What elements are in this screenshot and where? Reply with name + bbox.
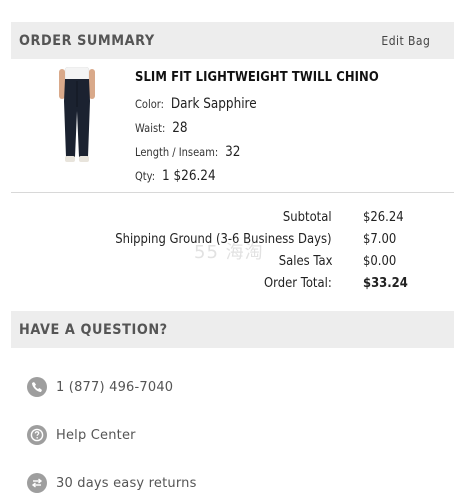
order-summary-header: ORDER SUMMARY Edit Bag <box>11 22 454 59</box>
shipping-row: Shipping Ground (3-6 Business Days) $7.0… <box>11 231 454 253</box>
page: ORDER SUMMARY Edit Bag SLIM FIT LIGHTWEI… <box>0 0 464 499</box>
waist-value: 28 <box>172 120 188 136</box>
inseam-value: 32 <box>225 144 241 160</box>
inseam-label: Length / Inseam: <box>135 145 219 159</box>
order-total-row: Order Total: $33.24 <box>11 275 454 297</box>
shipping-value: $7.00 <box>363 231 397 247</box>
color-label: Color: <box>135 97 164 111</box>
product-waist: Waist: 28 <box>135 117 188 136</box>
order-summary-body: SLIM FIT LIGHTWEIGHT TWILL CHINO Color: D… <box>11 59 454 312</box>
order-total-value: $33.24 <box>363 275 408 291</box>
sales-tax-label: Sales Tax <box>278 253 332 269</box>
product-name[interactable]: SLIM FIT LIGHTWEIGHT TWILL CHINO <box>135 69 379 85</box>
phone-icon <box>27 377 47 397</box>
qty-value: 1 $26.24 <box>162 168 216 184</box>
sales-tax-value: $0.00 <box>363 253 397 269</box>
question-icon <box>27 425 47 445</box>
help-center-link[interactable]: Help Center <box>27 424 136 446</box>
order-total-label: Order Total: <box>264 275 332 291</box>
returns-icon <box>27 473 47 493</box>
subtotal-row: Subtotal $26.24 <box>11 209 454 231</box>
have-a-question-title: HAVE A QUESTION? <box>19 321 168 338</box>
product-quantity: Qty: 1 $26.24 <box>135 165 216 184</box>
subtotal-label: Subtotal <box>283 209 332 225</box>
phone-link[interactable]: 1 (877) 496-7040 <box>27 376 173 398</box>
easy-returns-label: 30 days easy returns <box>56 475 197 491</box>
qty-label: Qty: <box>135 169 156 183</box>
sales-tax-row: Sales Tax $0.00 <box>11 253 454 275</box>
subtotal-value: $26.24 <box>363 209 404 225</box>
shipping-label: Shipping Ground (3-6 Business Days) <box>115 231 332 247</box>
easy-returns-link[interactable]: 30 days easy returns <box>27 472 197 494</box>
help-center-label: Help Center <box>56 427 136 443</box>
color-value: Dark Sapphire <box>170 96 257 112</box>
edit-bag-link[interactable]: Edit Bag <box>381 34 430 48</box>
product-image[interactable] <box>51 66 103 171</box>
waist-label: Waist: <box>135 121 166 135</box>
have-a-question-header: HAVE A QUESTION? <box>11 311 454 348</box>
model-wearing-chino-image <box>59 66 95 162</box>
product-inseam: Length / Inseam: 32 <box>135 141 240 160</box>
product-color: Color: Dark Sapphire <box>135 93 257 112</box>
order-summary-title: ORDER SUMMARY <box>19 32 155 49</box>
phone-number: 1 (877) 496-7040 <box>56 379 174 395</box>
divider <box>11 192 454 193</box>
